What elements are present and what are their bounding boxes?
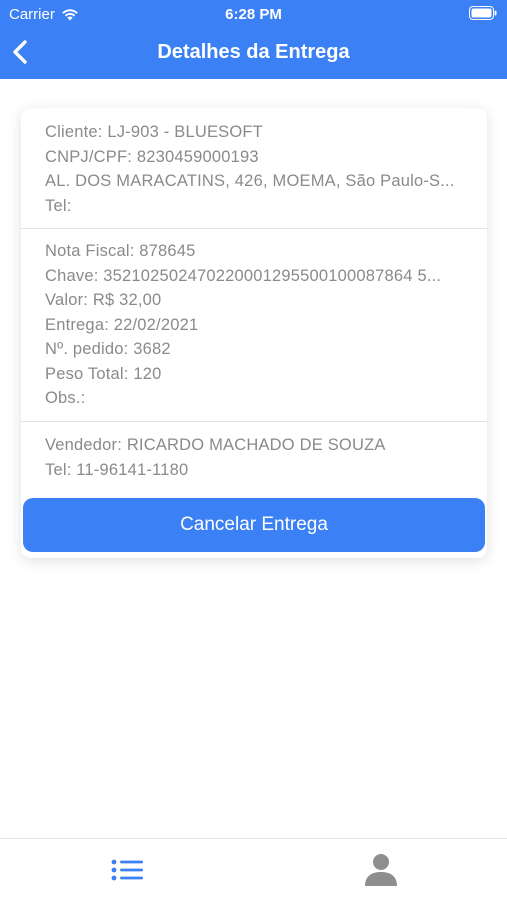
- delivery-details-card: Cliente: LJ-903 - BLUESOFT CNPJ/CPF: 823…: [21, 108, 487, 558]
- status-time: 6:28 PM: [225, 6, 282, 23]
- seller-phone: Tel: 11-96141-1180: [45, 460, 189, 479]
- cancel-delivery-button[interactable]: Cancelar Entrega: [23, 498, 485, 552]
- seller-name: Vendedor: RICARDO MACHADO DE SOUZA: [45, 436, 386, 454]
- battery-icon: [469, 6, 497, 20]
- tab-deliveries[interactable]: [110, 855, 146, 885]
- customer-address: AL. DOS MARACATINS, 426, MOEMA, São Paul…: [45, 172, 455, 190]
- tab-profile[interactable]: [362, 851, 400, 889]
- divider: [21, 228, 487, 229]
- customer-phone: Tel:: [45, 196, 72, 215]
- total-weight: Peso Total: 120: [45, 364, 162, 383]
- list-icon: [111, 859, 143, 881]
- customer-name: Cliente: LJ-903 - BLUESOFT: [45, 123, 263, 141]
- divider: [21, 421, 487, 422]
- invoice-section: Nota Fiscal: 878645 Chave: 3521025024702…: [21, 239, 487, 411]
- user-icon: [365, 854, 397, 886]
- navigation-bar: Detalhes da Entrega: [0, 30, 507, 75]
- seller-section: Vendedor: RICARDO MACHADO DE SOUZA Tel: …: [21, 433, 487, 482]
- observations: Obs.:: [45, 389, 86, 407]
- page-title: Detalhes da Entrega: [157, 41, 350, 63]
- customer-document: CNPJ/CPF: 8230459000193: [45, 147, 259, 166]
- customer-section: Cliente: LJ-903 - BLUESOFT CNPJ/CPF: 823…: [21, 120, 487, 218]
- invoice-key: Chave: 352102502470220001295500100087864…: [45, 266, 442, 285]
- delivery-date: Entrega: 22/02/2021: [45, 315, 199, 334]
- tab-bar: [0, 838, 507, 900]
- invoice-value: Valor: R$ 32,00: [45, 291, 162, 309]
- invoice-number: Nota Fiscal: 878645: [45, 242, 196, 260]
- order-number: Nº. pedido: 3682: [45, 340, 171, 358]
- status-bar: Carrier 6:28 PM: [0, 0, 507, 30]
- app-header: Carrier 6:28 PM Detalhes da Entrega: [0, 0, 507, 79]
